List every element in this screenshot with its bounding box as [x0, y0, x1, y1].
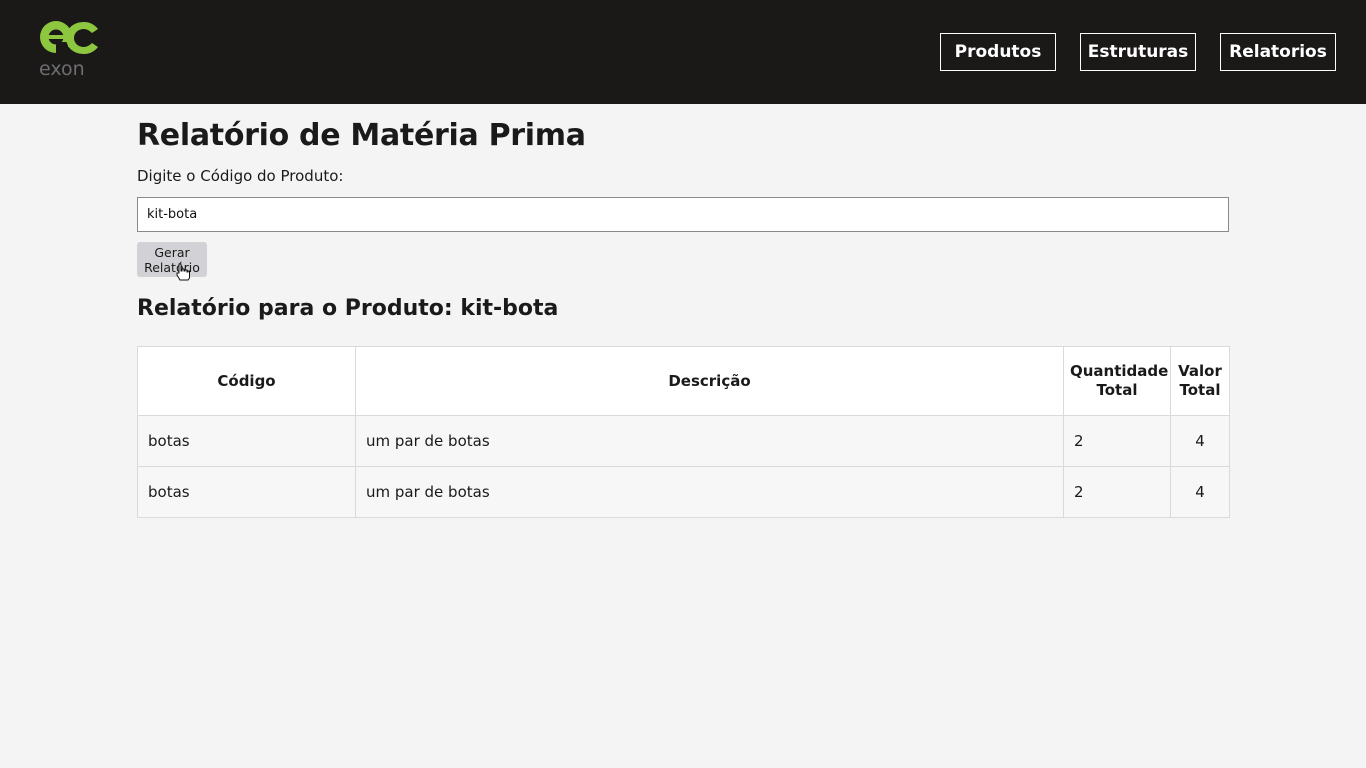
logo-wordmark: exon — [39, 58, 85, 78]
product-code-label: Digite o Código do Produto: — [137, 167, 344, 185]
product-code-input[interactable] — [137, 197, 1229, 232]
table-header-row: Código Descrição Quantidade Total Valor … — [137, 346, 1230, 416]
cell-descricao: um par de botas — [355, 466, 1064, 518]
cell-valor-total: 4 — [1170, 466, 1230, 518]
column-header-valor-total: Valor Total — [1170, 346, 1230, 416]
top-navigation-bar: exon Produtos Estruturas Relatorios — [0, 0, 1366, 104]
report-title: Relatório para o Produto: kit-bota — [137, 296, 559, 321]
nav-produtos-button[interactable]: Produtos — [940, 33, 1056, 71]
report-table: Código Descrição Quantidade Total Valor … — [137, 346, 1230, 518]
column-header-codigo: Código — [137, 346, 356, 416]
generate-report-button[interactable]: Gerar Relatório — [137, 242, 207, 277]
cell-quantidade-total: 2 — [1063, 466, 1171, 518]
column-header-descricao: Descrição — [355, 346, 1064, 416]
hand-pointer-cursor-icon — [176, 263, 190, 281]
cell-descricao: um par de botas — [355, 415, 1064, 467]
cell-codigo: botas — [137, 466, 356, 518]
nav-estruturas-button[interactable]: Estruturas — [1080, 33, 1196, 71]
cell-valor-total: 4 — [1170, 415, 1230, 467]
exon-logo[interactable]: exon — [38, 16, 102, 78]
cell-quantidade-total: 2 — [1063, 415, 1171, 467]
column-header-quantidade-total: Quantidade Total — [1063, 346, 1171, 416]
cell-codigo: botas — [137, 415, 356, 467]
nav-relatorios-button[interactable]: Relatorios — [1220, 33, 1336, 71]
table-row: botas um par de botas 2 4 — [137, 415, 1230, 467]
table-row: botas um par de botas 2 4 — [137, 466, 1230, 518]
page-title: Relatório de Matéria Prima — [137, 118, 586, 153]
